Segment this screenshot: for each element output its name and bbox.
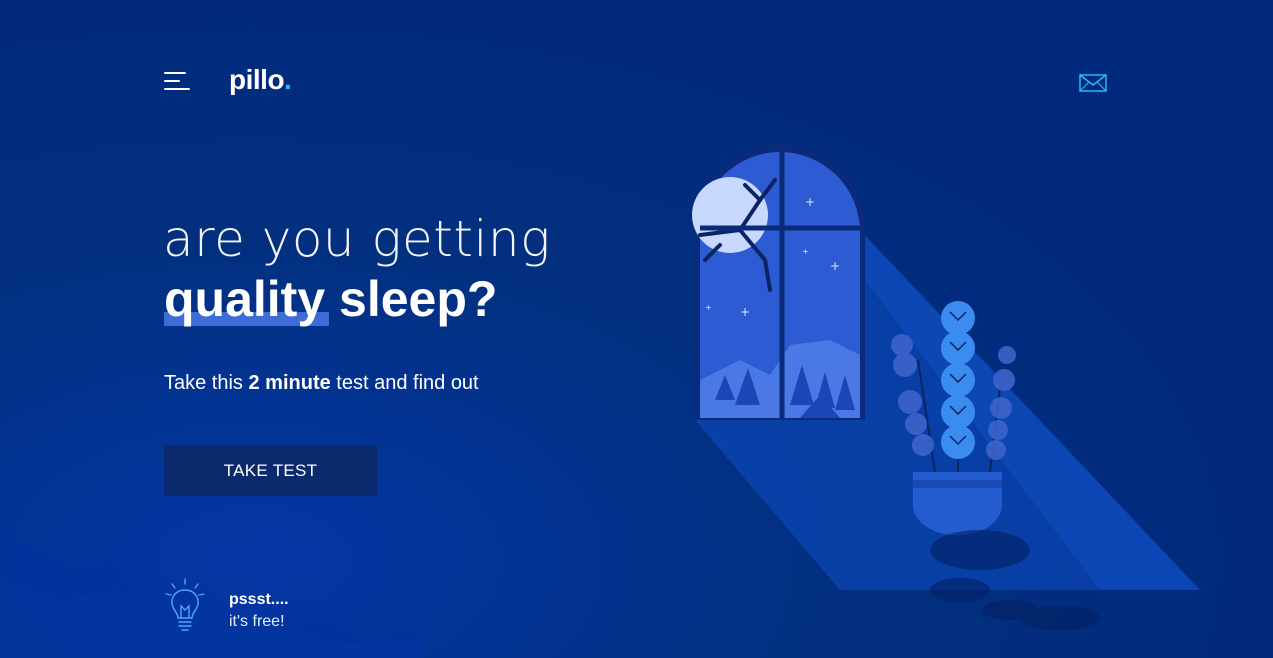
hero-heading-line1: are you getting bbox=[163, 210, 551, 268]
svg-text:+: + bbox=[802, 247, 809, 256]
hero-heading-rest: sleep? bbox=[325, 271, 498, 327]
note-title: pssst.... bbox=[229, 591, 289, 608]
svg-text:+: + bbox=[740, 305, 750, 319]
bedroom-window-illustration: + + + + + bbox=[692, 145, 1200, 630]
logo-text: pillo bbox=[229, 64, 285, 95]
landing-page: pillo. are you getting quality sleep? Ta… bbox=[0, 0, 1273, 658]
svg-text:+: + bbox=[830, 259, 840, 273]
hamburger-menu-icon[interactable] bbox=[164, 72, 190, 92]
logo-dot: . bbox=[284, 64, 292, 95]
subtitle: Take this 2 minute test and find out bbox=[164, 372, 479, 394]
take-test-button[interactable]: TAKE TEST bbox=[164, 445, 377, 496]
logo[interactable]: pillo. bbox=[229, 64, 292, 96]
note-subtitle: it's free! bbox=[229, 613, 285, 630]
envelope-icon[interactable] bbox=[1079, 74, 1107, 92]
svg-text:+: + bbox=[705, 303, 712, 312]
lightbulb-icon bbox=[165, 578, 205, 631]
background-hills-illustration bbox=[0, 530, 420, 658]
svg-text:+: + bbox=[805, 195, 815, 209]
highlighted-word: quality bbox=[164, 271, 330, 327]
subtitle-bold: 2 minute bbox=[248, 372, 331, 394]
hero-heading-line2: quality sleep? bbox=[164, 270, 497, 328]
